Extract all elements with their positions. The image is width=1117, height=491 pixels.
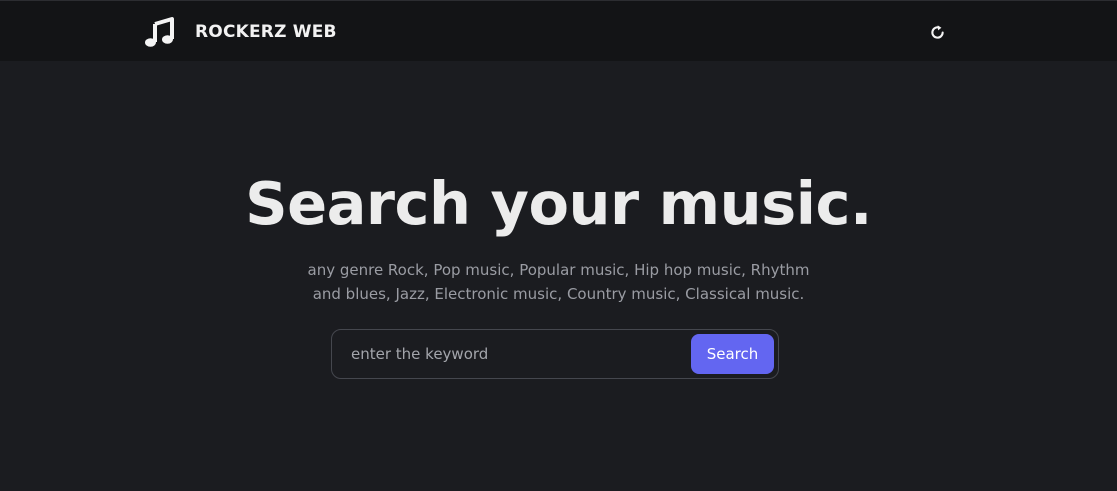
hero-title: Search your music.	[245, 169, 872, 238]
hero-subtitle: any genre Rock, Pop music, Popular music…	[307, 261, 810, 303]
search-input[interactable]	[351, 340, 691, 368]
hero-subtitle-wrap: any genre Rock, Pop music, Popular music…	[0, 258, 1117, 306]
refresh-icon	[930, 24, 944, 39]
top-navbar: ROCKERZ WEB	[0, 0, 1117, 61]
search-form: Search	[331, 329, 779, 379]
hero-section: Search your music.	[0, 172, 1117, 236]
refresh-button[interactable]	[925, 20, 949, 44]
search-button[interactable]: Search	[691, 334, 774, 374]
music-note-icon	[145, 17, 174, 47]
brand[interactable]: ROCKERZ WEB	[144, 15, 337, 49]
brand-name: ROCKERZ WEB	[195, 22, 337, 42]
